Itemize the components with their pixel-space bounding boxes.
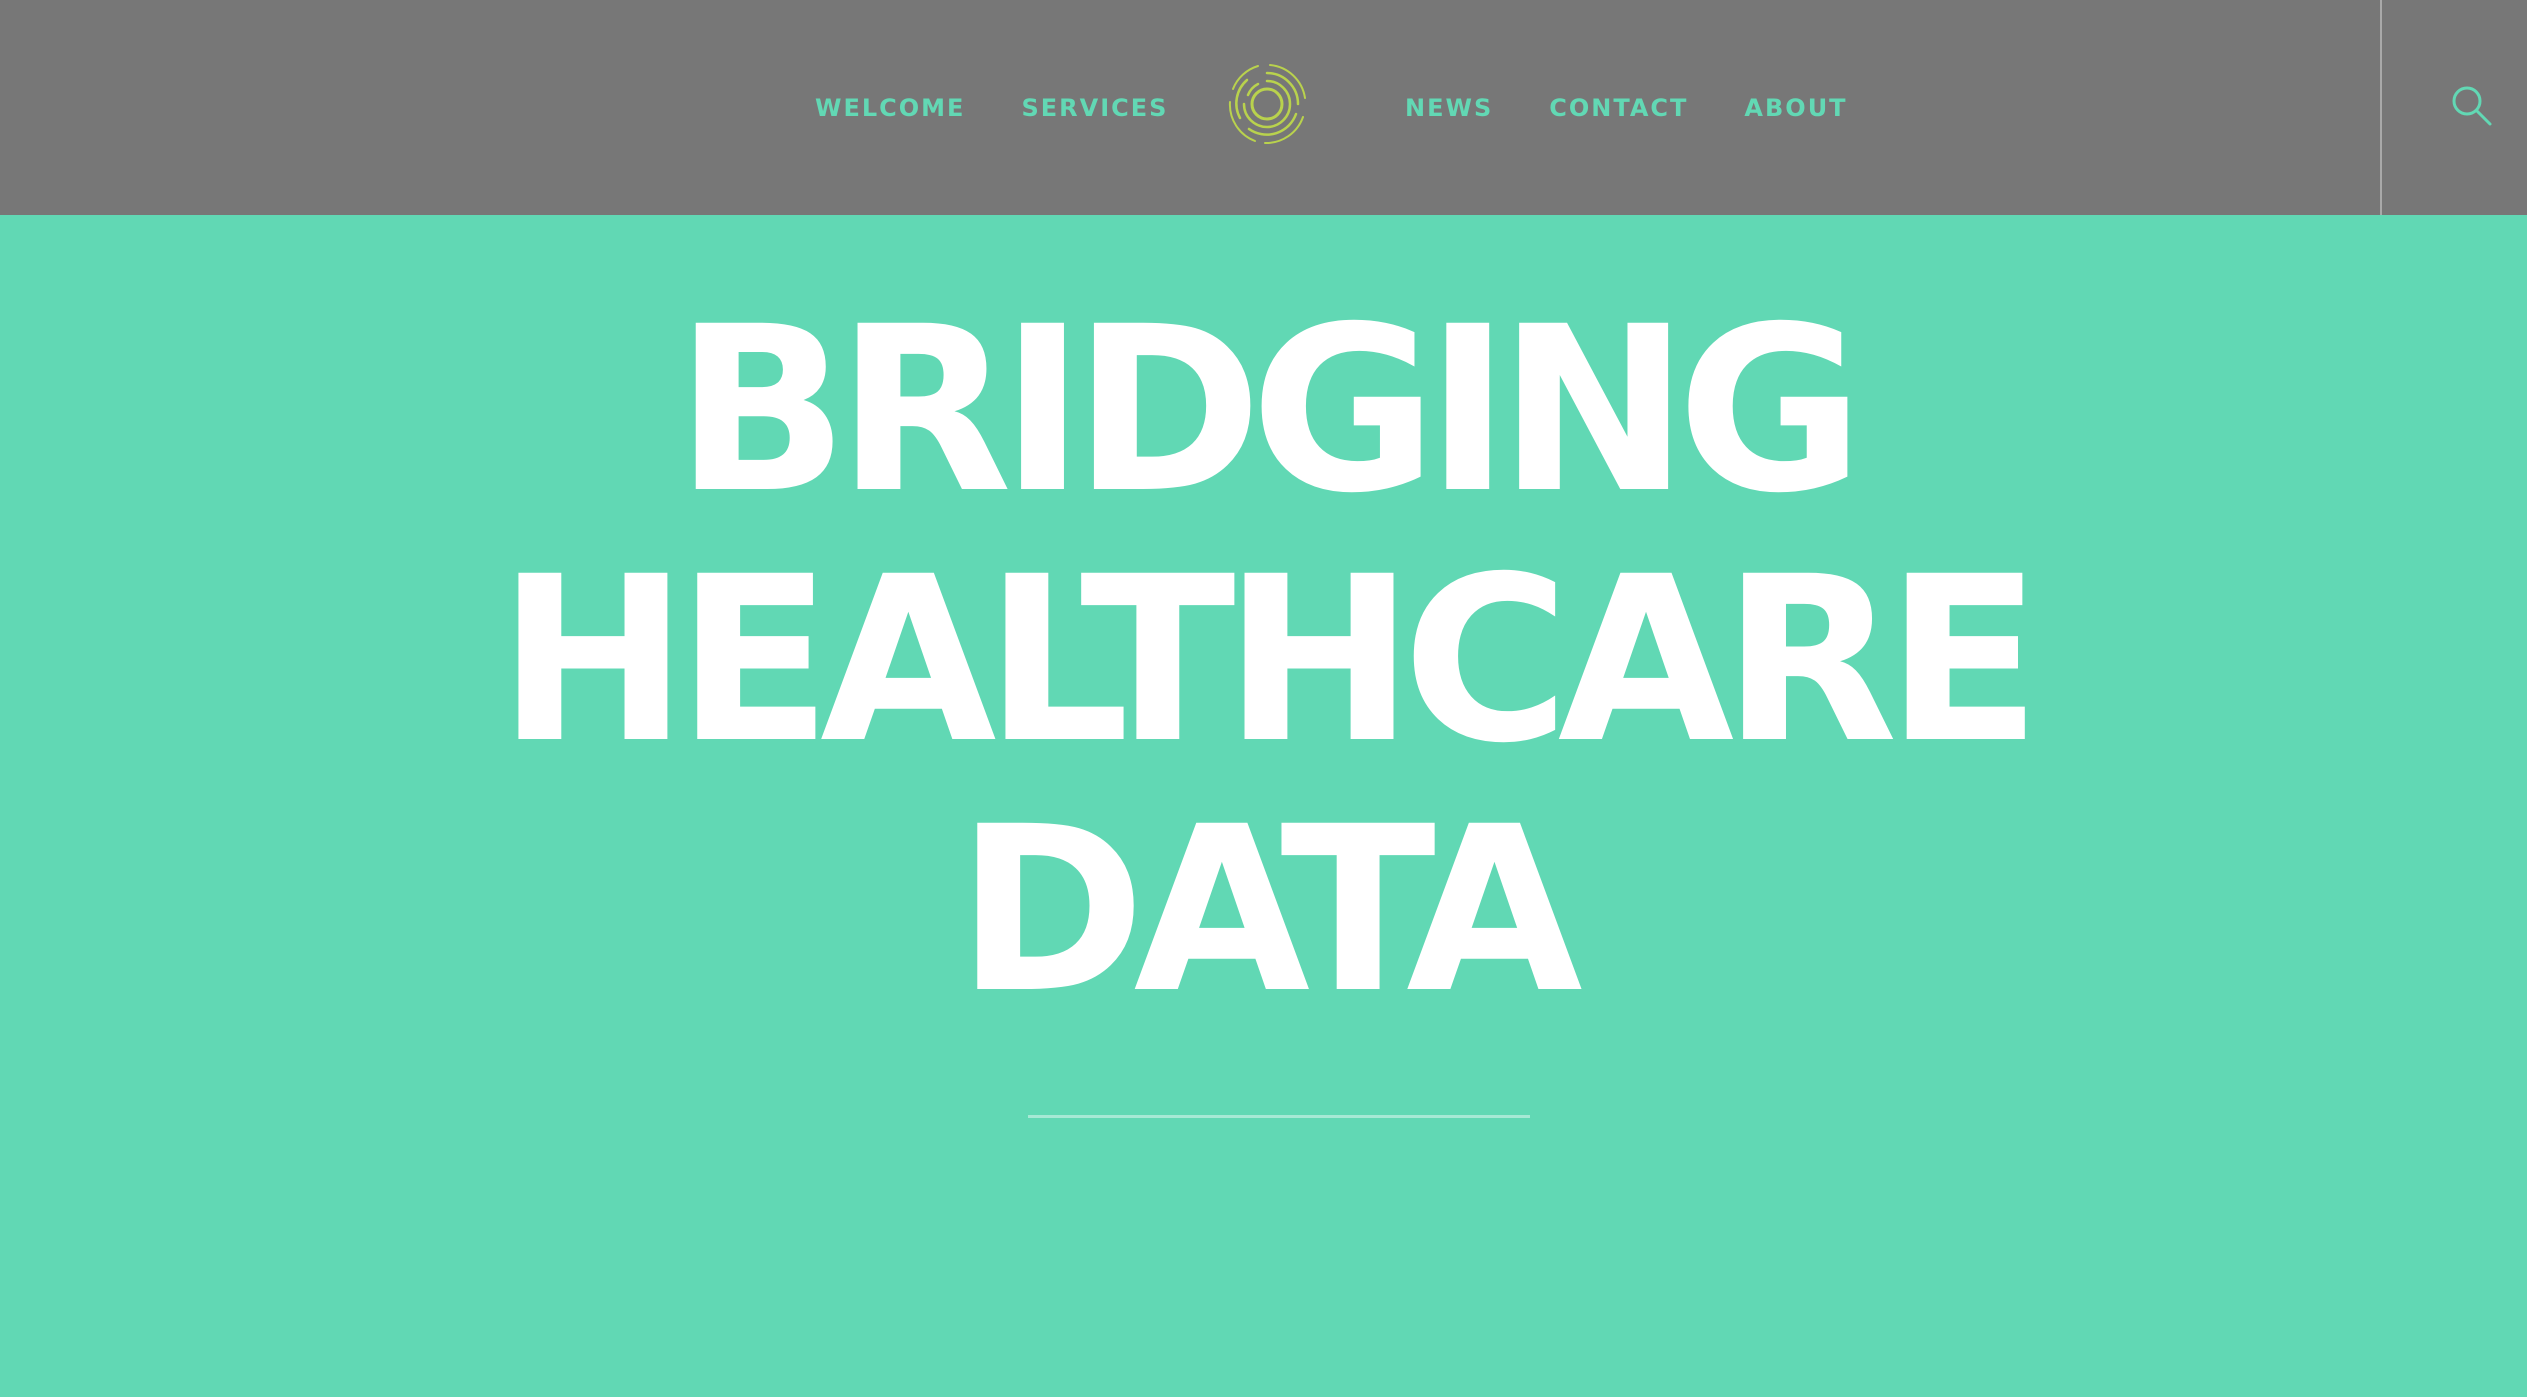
- header-divider: [2380, 0, 2382, 215]
- nav-welcome[interactable]: WELCOME: [815, 94, 965, 122]
- nav-about[interactable]: ABOUT: [1744, 94, 1847, 122]
- primary-nav-right: NEWS CONTACT ABOUT: [1405, 0, 1904, 215]
- headline-line-2: HEALTHCARE: [497, 527, 2042, 793]
- nav-services[interactable]: SERVICES: [1021, 94, 1168, 122]
- site-header: WELCOME SERVICES NEWS CONTACT ABOUT: [0, 0, 2527, 215]
- nav-contact[interactable]: CONTACT: [1549, 94, 1688, 122]
- nav-news[interactable]: NEWS: [1405, 94, 1493, 122]
- headline-line-3: DATA: [956, 777, 1582, 1043]
- search-icon[interactable]: [2450, 84, 2494, 128]
- logo-icon[interactable]: [1225, 62, 1309, 146]
- headline-line-1: BRIDGING: [674, 277, 1864, 543]
- hero-headline: BRIDGING HEALTHCARE DATA: [0, 285, 2527, 1035]
- primary-nav-left: WELCOME SERVICES: [815, 0, 1224, 215]
- hero-divider: [1028, 1115, 1530, 1118]
